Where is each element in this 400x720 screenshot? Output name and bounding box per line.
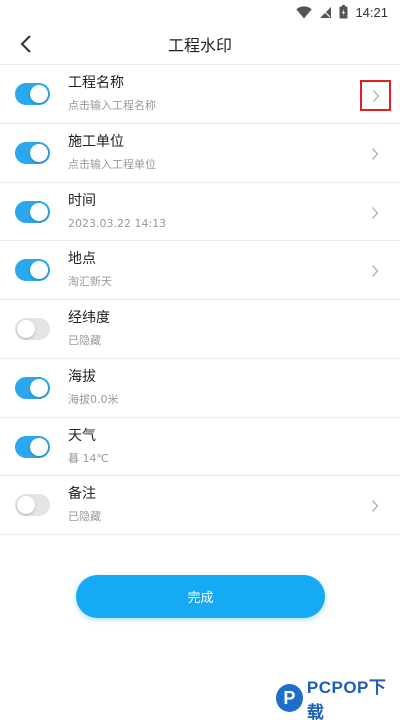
setting-row[interactable]: 海拔海拔0.0米: [0, 359, 400, 418]
header: 工程水印: [0, 24, 400, 64]
setting-subtitle: 暮 14℃: [68, 451, 109, 465]
setting-subtitle: 点击输入工程单位: [68, 157, 156, 171]
toggle-knob: [30, 261, 48, 280]
toggle-knob: [30, 378, 48, 397]
setting-subtitle: 已隐藏: [68, 510, 101, 524]
battery-icon: [339, 5, 348, 19]
setting-text: 地点 淘汇新天: [68, 249, 112, 290]
chevron-right-icon[interactable]: [362, 201, 388, 225]
setting-title: 备注: [68, 486, 96, 503]
setting-subtitle: 海拔0.0米: [68, 392, 119, 406]
toggle-knob: [17, 496, 35, 515]
setting-toggle[interactable]: [15, 494, 50, 517]
setting-text: 天气暮 14℃: [68, 426, 109, 467]
setting-title: 天气: [68, 427, 96, 444]
back-button[interactable]: [12, 30, 40, 58]
setting-toggle[interactable]: [15, 318, 50, 340]
setting-title: 工程名称: [68, 75, 124, 91]
setting-subtitle: 点击输入工程名称: [68, 99, 156, 112]
chevron-right-icon[interactable]: [362, 494, 388, 518]
setting-subtitle: 淘汇新天: [68, 275, 112, 289]
setting-text: 工程名称点击输入工程名称: [68, 73, 156, 114]
setting-toggle[interactable]: [15, 376, 50, 399]
toggle-knob: [30, 202, 48, 221]
signal-icon: [320, 6, 332, 18]
settings-list: 工程名称点击输入工程名称施工单位点击输入工程单位 时间 2023.03.22 14:…: [0, 64, 400, 535]
setting-toggle[interactable]: [15, 141, 50, 164]
chevron-right-icon[interactable]: [360, 80, 391, 111]
setting-row[interactable]: 地点 淘汇新天: [0, 241, 400, 300]
setting-title: 海拔: [68, 368, 96, 385]
page-title: 工程水印: [167, 36, 232, 55]
done-button[interactable]: 完成: [76, 575, 325, 618]
setting-row[interactable]: 天气暮 14℃: [0, 418, 400, 477]
chevron-right-icon[interactable]: [362, 259, 388, 283]
status-bar: 14:21: [0, 0, 400, 24]
setting-row[interactable]: 施工单位点击输入工程单位: [0, 124, 400, 183]
toggle-knob: [17, 320, 35, 338]
setting-toggle[interactable]: [15, 259, 50, 282]
status-time: 14:21: [355, 4, 388, 20]
toggle-knob: [30, 143, 48, 162]
setting-title: 经纬度: [68, 310, 110, 326]
setting-toggle[interactable]: [15, 435, 50, 458]
chevron-right-icon[interactable]: [362, 142, 388, 166]
setting-toggle[interactable]: [15, 83, 50, 105]
pcpop-logo-icon: P: [276, 684, 303, 712]
setting-row[interactable]: 经纬度 已隐藏: [0, 300, 400, 359]
setting-text: 海拔海拔0.0米: [68, 367, 119, 408]
setting-row[interactable]: 备注 已隐藏: [0, 476, 400, 535]
setting-text: 时间 2023.03.22 14:13: [68, 191, 166, 232]
watermark: P PCPOP下载: [276, 678, 400, 720]
setting-row[interactable]: 工程名称点击输入工程名称: [0, 65, 400, 124]
setting-toggle[interactable]: [15, 200, 50, 223]
setting-title: 地点: [68, 251, 96, 268]
watermark-text: PCPOP下载: [306, 678, 387, 720]
setting-text: 施工单位点击输入工程单位: [68, 132, 156, 173]
back-arrow-icon: [20, 35, 31, 53]
toggle-knob: [30, 437, 48, 456]
toggle-knob: [30, 85, 48, 103]
setting-subtitle: 2023.03.22 14:13: [68, 216, 167, 230]
wifi-icon: [296, 5, 313, 18]
setting-subtitle: 已隐藏: [68, 334, 101, 347]
setting-title: 时间: [68, 192, 96, 209]
setting-title: 施工单位: [68, 133, 124, 150]
setting-row[interactable]: 时间 2023.03.22 14:13: [0, 183, 400, 242]
setting-text: 经纬度 已隐藏: [68, 308, 110, 349]
setting-text: 备注 已隐藏: [68, 484, 101, 525]
